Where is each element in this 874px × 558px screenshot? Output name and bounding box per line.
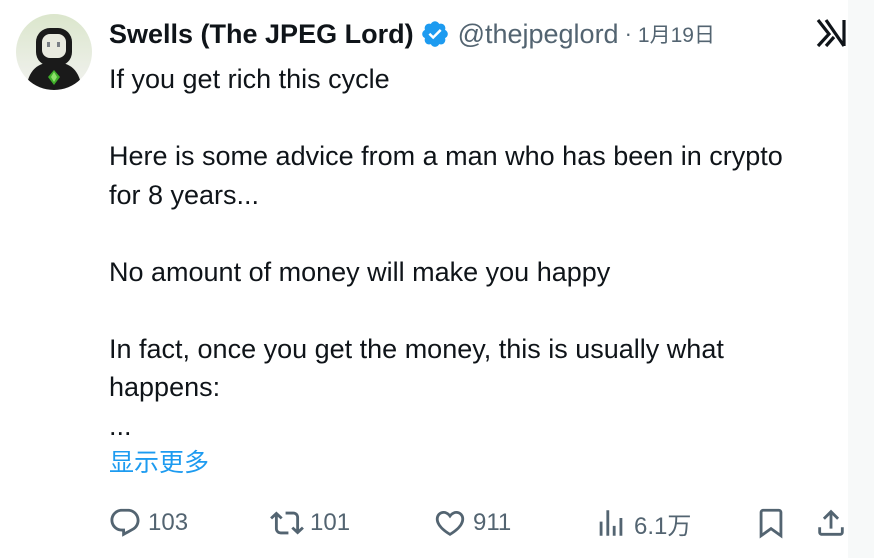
bookmark-button[interactable]	[754, 503, 788, 543]
tweet-text-blank-line	[109, 214, 849, 253]
tweet-date[interactable]: 1月19日	[638, 19, 715, 49]
tweet-card[interactable]: Swells (The JPEG Lord) @thejpeglord · 1月…	[0, 0, 874, 558]
views-button[interactable]: 6.1万	[594, 503, 691, 543]
share-upload-icon	[818, 509, 844, 536]
author-display-name[interactable]: Swells (The JPEG Lord)	[109, 19, 414, 50]
scroll-gutter	[848, 0, 874, 558]
tweet-text-line: Here is some advice from a man who has b…	[109, 141, 783, 171]
tweet-text: If you get rich this cycle Here is some …	[109, 60, 849, 445]
bar-chart-icon	[599, 510, 623, 536]
avatar[interactable]	[16, 14, 92, 90]
retweet-arrows-icon	[270, 511, 304, 535]
share-button[interactable]	[814, 503, 848, 543]
retweet-count: 101	[310, 509, 351, 536]
speech-bubble-icon	[110, 508, 140, 537]
avatar-image	[16, 14, 92, 90]
tweet-text-line: happens:	[109, 372, 221, 402]
verified-badge-icon[interactable]	[420, 19, 450, 49]
action-bar: 103 101 911 6.1万	[0, 503, 874, 543]
views-count: 6.1万	[634, 512, 692, 540]
tweet-text-line: ...	[109, 410, 132, 441]
author-handle[interactable]: @thejpeglord	[458, 19, 619, 50]
tweet-header: Swells (The JPEG Lord) @thejpeglord · 1月…	[109, 16, 715, 52]
tweet-text-blank-line	[109, 291, 849, 330]
tweet-text-line: No amount of money will make you happy	[109, 256, 611, 287]
bookmark-icon	[759, 508, 783, 539]
show-more-link[interactable]: 显示更多	[109, 443, 209, 479]
header-separator: ·	[624, 21, 632, 46]
like-count: 911	[473, 509, 512, 536]
tweet-text-line: If you get rich this cycle	[109, 64, 390, 94]
like-button[interactable]: 911	[433, 503, 511, 543]
reply-count: 103	[148, 509, 189, 536]
tweet-text-line: In fact, once you get the money, this is…	[109, 333, 724, 364]
retweet-button[interactable]: 101	[270, 503, 350, 543]
grok-icon[interactable]	[814, 16, 848, 50]
tweet-text-line: for 8 years...	[109, 179, 260, 210]
reply-button[interactable]: 103	[108, 503, 188, 543]
tweet-text-blank-line	[109, 99, 849, 138]
heart-icon	[435, 510, 465, 536]
